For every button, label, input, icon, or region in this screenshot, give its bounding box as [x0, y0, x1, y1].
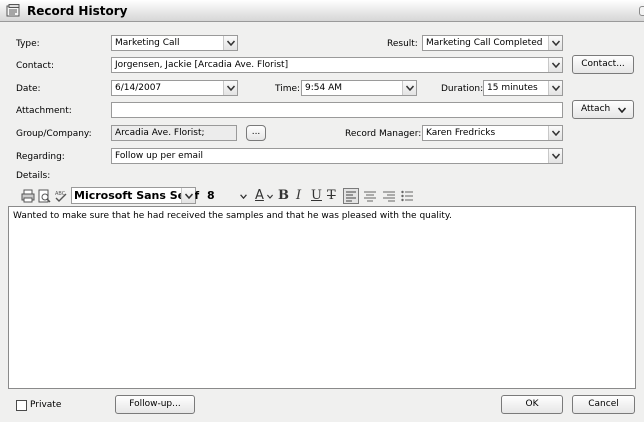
duration-dropdown[interactable]: 15 minutes	[483, 80, 563, 96]
underline-icon[interactable]: U	[311, 187, 322, 204]
history-icon	[6, 4, 22, 18]
font-name-dropdown[interactable]: Microsoft Sans Serif	[71, 187, 199, 204]
chevron-down-icon[interactable]	[548, 36, 562, 50]
contact-dropdown[interactable]: Jorgensen, Jackie [Arcadia Ave. Florist]	[111, 57, 563, 73]
date-label: Date:	[16, 84, 41, 94]
group-company-label: Group/Company:	[16, 129, 92, 139]
chevron-down-icon[interactable]	[223, 36, 237, 50]
details-text: Wanted to make sure that he had received…	[13, 211, 452, 221]
chevron-down-icon	[267, 194, 273, 199]
window-title: Record History	[27, 4, 128, 18]
record-manager-label: Record Manager:	[345, 129, 422, 139]
group-company-value: Arcadia Ave. Florist;	[115, 128, 205, 138]
italic-icon[interactable]: I	[296, 187, 301, 204]
regarding-dropdown[interactable]: Follow up per email	[111, 148, 563, 164]
align-right-icon[interactable]	[382, 189, 396, 203]
group-company-field[interactable]: Arcadia Ave. Florist;	[111, 125, 237, 141]
contact-label: Contact:	[16, 61, 55, 71]
time-label: Time:	[275, 84, 301, 94]
date-field[interactable]: 6/14/2007	[111, 80, 238, 96]
title-bar[interactable]: Record History	[0, 0, 644, 22]
browse-group-button[interactable]: ...	[246, 125, 266, 141]
spell-check-icon[interactable]: ABC	[54, 189, 68, 203]
regarding-label: Regarding:	[16, 152, 65, 162]
print-preview-icon[interactable]	[37, 189, 51, 203]
chevron-down-icon[interactable]	[548, 126, 562, 140]
record-history-dialog: Record History Type: Marketing Call Resu…	[0, 0, 644, 422]
chevron-down-icon[interactable]	[402, 81, 416, 95]
strikethrough-icon[interactable]: T	[327, 187, 336, 204]
font-color-icon[interactable]: A	[255, 187, 264, 204]
chevron-down-icon[interactable]	[548, 58, 562, 72]
align-center-icon[interactable]	[363, 189, 377, 203]
chevron-down-icon	[240, 194, 247, 199]
details-label: Details:	[16, 171, 51, 181]
private-checkbox[interactable]	[16, 400, 27, 411]
type-label: Type:	[16, 39, 40, 49]
align-left-icon[interactable]	[343, 188, 359, 204]
chevron-down-icon[interactable]	[548, 81, 562, 95]
time-field[interactable]: 9:54 AM	[301, 80, 417, 96]
follow-up-button[interactable]: Follow-up...	[115, 395, 195, 414]
contact-value: Jorgensen, Jackie [Arcadia Ave. Florist]	[115, 60, 289, 70]
attach-button-label: Attach	[581, 104, 611, 114]
details-textarea[interactable]: Wanted to make sure that he had received…	[8, 206, 636, 389]
formatting-toolbar: ABC Microsoft Sans Serif 8 A B I U T	[8, 186, 638, 206]
result-value: Marketing Call Completed	[426, 38, 543, 48]
chevron-down-icon[interactable]	[548, 149, 562, 163]
ok-button[interactable]: OK	[501, 395, 563, 414]
attachment-field[interactable]	[111, 102, 563, 118]
private-label: Private	[30, 400, 62, 410]
print-icon[interactable]	[21, 189, 35, 203]
attach-button[interactable]: Attach	[572, 100, 634, 119]
bullets-icon[interactable]	[400, 189, 414, 203]
chevron-down-icon[interactable]	[223, 81, 237, 95]
duration-value: 15 minutes	[487, 83, 538, 93]
contact-button[interactable]: Contact...	[572, 55, 634, 74]
result-label: Result:	[387, 39, 418, 49]
bold-icon[interactable]: B	[278, 187, 289, 204]
result-dropdown[interactable]: Marketing Call Completed	[422, 35, 563, 51]
date-value: 6/14/2007	[115, 83, 162, 93]
cancel-button[interactable]: Cancel	[572, 395, 635, 414]
close-icon[interactable]	[639, 6, 644, 16]
time-value: 9:54 AM	[305, 83, 342, 93]
record-manager-value: Karen Fredricks	[426, 128, 496, 138]
font-size-dropdown[interactable]: 8	[204, 187, 254, 204]
chevron-down-icon	[618, 107, 626, 113]
type-dropdown[interactable]: Marketing Call	[111, 35, 238, 51]
chevron-down-icon[interactable]	[181, 188, 195, 203]
font-size-value: 8	[207, 189, 215, 202]
type-value: Marketing Call	[115, 38, 180, 48]
duration-label: Duration:	[441, 84, 484, 94]
attachment-label: Attachment:	[16, 106, 72, 116]
record-manager-dropdown[interactable]: Karen Fredricks	[422, 125, 563, 141]
regarding-value: Follow up per email	[115, 151, 204, 161]
